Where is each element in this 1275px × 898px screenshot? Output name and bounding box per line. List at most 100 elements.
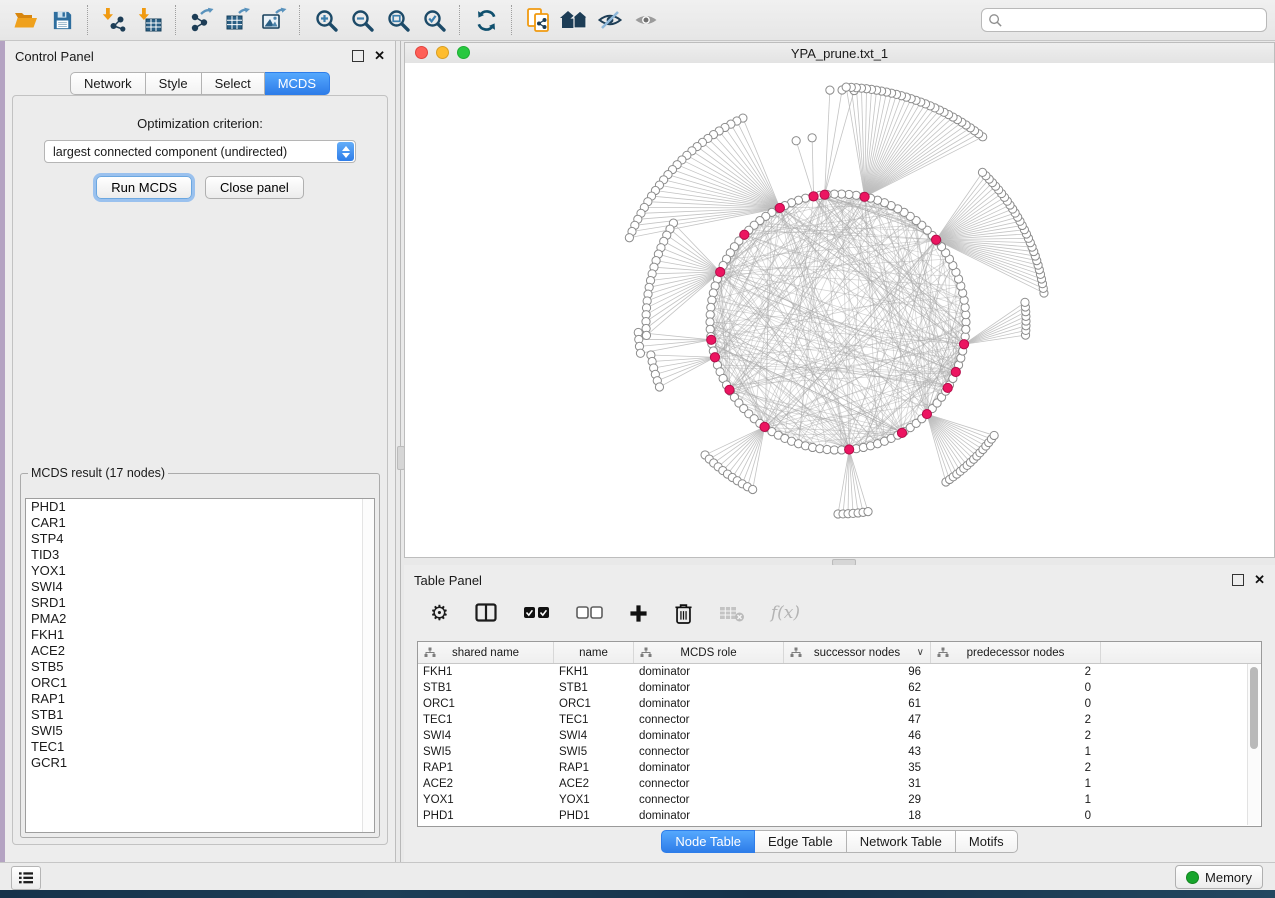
table-row-stb1[interactable]: STB1STB1dominator620	[418, 680, 1261, 696]
mcds-result-item[interactable]: ACE2	[26, 643, 374, 659]
export-network-icon[interactable]	[184, 4, 220, 36]
table-scrollbar-thumb[interactable]	[1250, 667, 1258, 749]
minimize-window-icon[interactable]	[436, 46, 449, 59]
table-row-tec1[interactable]: TEC1TEC1connector472	[418, 712, 1261, 728]
table-tab-motifs[interactable]: Motifs	[956, 830, 1018, 853]
delete-column-icon[interactable]	[674, 602, 693, 625]
column-header-mcds-role[interactable]: MCDS role	[634, 642, 784, 663]
mcds-result-item[interactable]: TID3	[26, 547, 374, 563]
mcds-result-item[interactable]: PMA2	[26, 611, 374, 627]
save-icon[interactable]	[44, 4, 80, 36]
network-graph[interactable]	[405, 63, 1274, 557]
table-cell	[1101, 664, 1261, 680]
table-cell: FKH1	[418, 664, 554, 680]
open-file-icon[interactable]	[8, 4, 44, 36]
network-canvas[interactable]	[405, 63, 1274, 557]
mcds-result-item[interactable]: SWI4	[26, 579, 374, 595]
zoom-selected-icon[interactable]	[416, 4, 452, 36]
close-panel-button[interactable]: Close panel	[205, 176, 304, 199]
table-row-swi5[interactable]: SWI5SWI5connector431	[418, 744, 1261, 760]
table-cell: 2	[931, 664, 1101, 680]
close-panel-icon[interactable]: ✕	[374, 51, 385, 61]
table-tab-network-table[interactable]: Network Table	[847, 830, 956, 853]
table-cell: PHD1	[418, 808, 554, 824]
show-all-icon[interactable]	[628, 4, 664, 36]
mcds-result-list[interactable]: PHD1CAR1STP4TID3YOX1SWI4SRD1PMA2FKH1ACE2…	[25, 498, 375, 833]
tab-style[interactable]: Style	[146, 72, 202, 95]
table-row-fkh1[interactable]: FKH1FKH1dominator962	[418, 664, 1261, 680]
table-row-phd1[interactable]: PHD1PHD1dominator180	[418, 808, 1261, 824]
mcds-list-scrollbar[interactable]	[362, 499, 374, 832]
search-input[interactable]	[1003, 12, 1260, 28]
optimization-criterion-select[interactable]: largest connected component (undirected)	[44, 140, 356, 163]
table-row-swi4[interactable]: SWI4SWI4dominator462	[418, 728, 1261, 744]
zoom-in-icon[interactable]	[308, 4, 344, 36]
export-image-icon[interactable]	[256, 4, 292, 36]
mcds-result-item[interactable]: SRD1	[26, 595, 374, 611]
table-row-rap1[interactable]: RAP1RAP1dominator352	[418, 760, 1261, 776]
hide-selected-icon[interactable]	[592, 4, 628, 36]
horizontal-splitter[interactable]	[404, 558, 1275, 565]
show-columns-icon[interactable]	[475, 603, 497, 623]
zoom-out-icon[interactable]	[344, 4, 380, 36]
task-history-button[interactable]	[11, 866, 41, 890]
mcds-result-title: MCDS result (17 nodes)	[28, 466, 168, 480]
table-toolbar: ⚙ f(x)	[430, 596, 1275, 630]
mcds-result-item[interactable]: TEC1	[26, 739, 374, 755]
status-bar: Memory	[0, 862, 1275, 890]
maximize-window-icon[interactable]	[457, 46, 470, 59]
run-mcds-button[interactable]: Run MCDS	[96, 176, 192, 199]
column-header-filler	[1101, 642, 1261, 663]
column-header-predecessor-nodes[interactable]: predecessor nodes	[931, 642, 1101, 663]
table-cell: connector	[634, 744, 784, 760]
mcds-tab-content: Optimization criterion: largest connecte…	[12, 95, 388, 845]
mcds-result-item[interactable]: STB5	[26, 659, 374, 675]
refresh-layout-icon[interactable]	[468, 4, 504, 36]
table-cell: connector	[634, 792, 784, 808]
network-view-titlebar[interactable]: YPA_prune.txt_1	[405, 43, 1274, 64]
mcds-result-item[interactable]: STB1	[26, 707, 374, 723]
mcds-result-item[interactable]: YOX1	[26, 563, 374, 579]
close-table-panel-icon[interactable]: ✕	[1254, 575, 1265, 585]
memory-button[interactable]: Memory	[1175, 865, 1263, 889]
table-options-gear-icon[interactable]: ⚙	[430, 603, 449, 624]
column-header-successor-nodes[interactable]: successor nodes∨	[784, 642, 931, 663]
table-scrollbar[interactable]	[1247, 664, 1260, 825]
import-table-icon[interactable]	[132, 4, 168, 36]
export-table-icon[interactable]	[220, 4, 256, 36]
mcds-result-item[interactable]: CAR1	[26, 515, 374, 531]
tab-select[interactable]: Select	[202, 72, 265, 95]
mcds-result-item[interactable]: ORC1	[26, 675, 374, 691]
table-cell: 1	[931, 776, 1101, 792]
mcds-result-item[interactable]: GCR1	[26, 755, 374, 771]
table-row-orc1[interactable]: ORC1ORC1dominator610	[418, 696, 1261, 712]
table-cell: dominator	[634, 664, 784, 680]
tab-mcds[interactable]: MCDS	[265, 72, 330, 95]
zoom-fit-icon[interactable]	[380, 4, 416, 36]
close-window-icon[interactable]	[415, 46, 428, 59]
mcds-result-group: MCDS result (17 nodes) PHD1CAR1STP4TID3Y…	[20, 466, 380, 838]
table-cell: 46	[784, 728, 931, 744]
column-header-shared-name[interactable]: shared name	[418, 642, 554, 663]
tab-network[interactable]: Network	[70, 72, 146, 95]
unselect-all-columns-icon[interactable]	[576, 606, 603, 620]
float-table-panel-icon[interactable]	[1232, 574, 1244, 586]
table-row-yox1[interactable]: YOX1YOX1connector291	[418, 792, 1261, 808]
table-tab-edge-table[interactable]: Edge Table	[755, 830, 847, 853]
mcds-result-item[interactable]: PHD1	[26, 499, 374, 515]
search-box[interactable]	[981, 8, 1267, 32]
float-panel-icon[interactable]	[352, 50, 364, 62]
import-network-icon[interactable]	[96, 4, 132, 36]
mcds-result-item[interactable]: STP4	[26, 531, 374, 547]
create-column-icon[interactable]	[629, 604, 648, 623]
first-neighbors-icon[interactable]	[556, 4, 592, 36]
table-tab-node-table[interactable]: Node Table	[661, 830, 755, 853]
table-row-ace2[interactable]: ACE2ACE2connector311	[418, 776, 1261, 792]
mcds-result-item[interactable]: SWI5	[26, 723, 374, 739]
mcds-result-item[interactable]: FKH1	[26, 627, 374, 643]
column-header-name[interactable]: name	[554, 642, 634, 663]
mcds-result-item[interactable]: RAP1	[26, 691, 374, 707]
clone-network-icon[interactable]	[520, 4, 556, 36]
vertical-splitter[interactable]	[396, 41, 404, 862]
select-all-columns-icon[interactable]	[523, 606, 550, 620]
